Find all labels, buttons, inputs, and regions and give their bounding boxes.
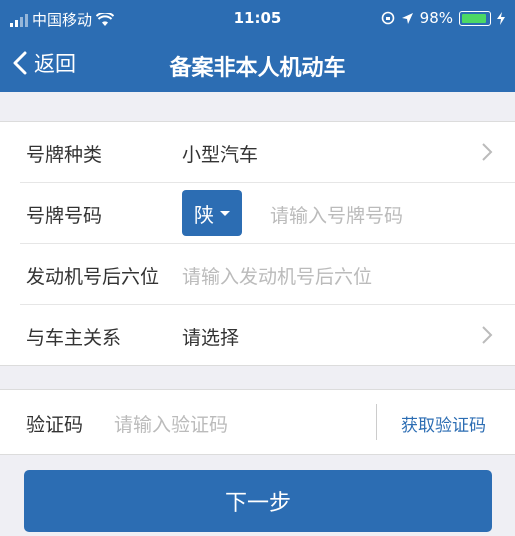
plate-type-label: 号牌种类 <box>26 144 103 166</box>
status-bar: 中国移动 11:05 98% <box>0 0 515 36</box>
battery-percent: 98% <box>419 9 453 27</box>
verification-input[interactable]: 请输入验证码 <box>114 410 228 437</box>
next-button-label: 下一步 <box>224 491 291 516</box>
chevron-right-icon <box>482 326 493 344</box>
owner-relation-label: 与车主关系 <box>26 327 122 349</box>
vehicle-form: 号牌种类 小型汽车 号牌号码 陕 请输入号牌号码 发动机号后六位 请输入发动机号… <box>0 121 515 366</box>
chevron-right-icon <box>482 143 493 161</box>
province-value: 陕 <box>194 202 214 227</box>
status-right: 98% <box>381 9 505 27</box>
plate-type-row[interactable]: 号牌种类 小型汽车 <box>20 122 515 183</box>
province-select-button[interactable]: 陕 <box>182 190 242 236</box>
engine-number-input[interactable]: 请输入发动机号后六位 <box>182 262 372 289</box>
engine-number-row: 发动机号后六位 请输入发动机号后六位 <box>20 244 515 305</box>
location-arrow-icon <box>401 12 413 24</box>
rotation-lock-icon <box>381 11 394 25</box>
owner-relation-row[interactable]: 与车主关系 请选择 <box>20 305 515 365</box>
nav-bar: 返回 备案非本人机动车 <box>0 36 515 92</box>
next-button[interactable]: 下一步 <box>24 470 492 532</box>
plate-type-value: 小型汽车 <box>182 144 259 166</box>
page-title: 备案非本人机动车 <box>169 56 346 81</box>
plate-number-label: 号牌号码 <box>26 205 103 227</box>
plate-number-input[interactable]: 请输入号牌号码 <box>270 201 403 228</box>
battery-icon <box>459 10 491 26</box>
verification-row: 验证码 请输入验证码 获取验证码 <box>0 389 515 455</box>
engine-number-label: 发动机号后六位 <box>26 266 160 288</box>
verification-label: 验证码 <box>26 414 84 436</box>
plate-number-row: 号牌号码 陕 请输入号牌号码 <box>20 183 515 244</box>
owner-relation-value: 请选择 <box>182 327 240 349</box>
caret-down-icon <box>220 210 230 216</box>
divider <box>376 404 377 440</box>
charging-icon <box>497 11 505 25</box>
get-code-button[interactable]: 获取验证码 <box>401 411 486 436</box>
